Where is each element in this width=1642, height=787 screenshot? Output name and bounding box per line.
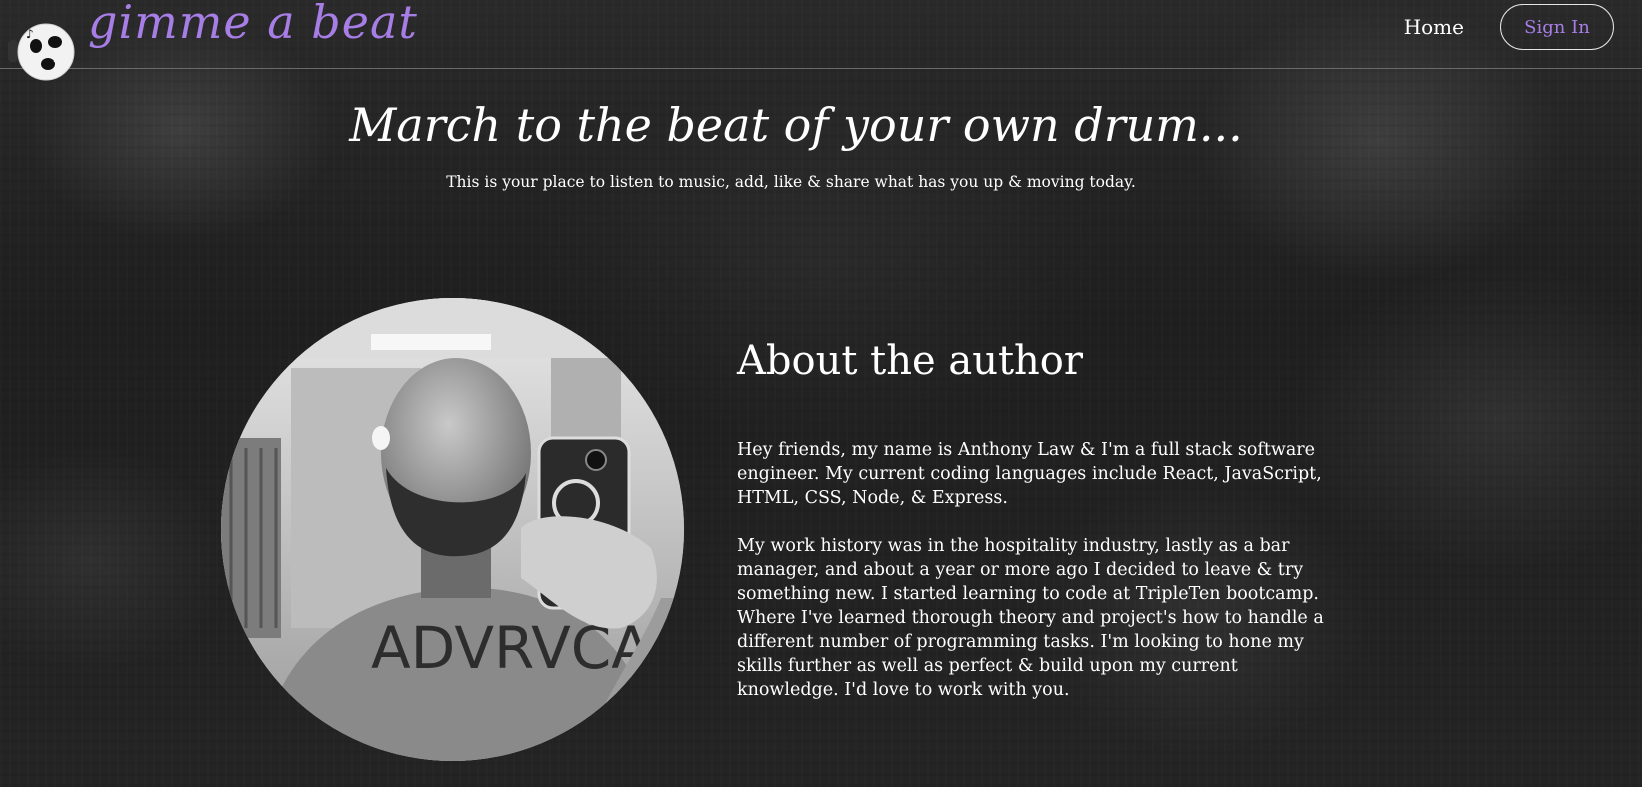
music-ball-headphones-icon: ♪ ♫ [8, 15, 75, 81]
svg-text:♪: ♪ [26, 27, 34, 41]
hero-subtitle: This is your place to listen to music, a… [446, 173, 1136, 191]
nav-home-link[interactable]: Home [1404, 15, 1464, 39]
brand-name: gimme a beat [88, 0, 418, 49]
about-paragraph-history: My work history was in the hospitality i… [737, 536, 1324, 700]
site-header: ♪ ♫ gimme a beat Home Sign In [0, 0, 1642, 81]
hero-title: March to the beat of your own drum... [349, 98, 1243, 152]
author-portrait-illustration: ADVRVCA [221, 298, 684, 761]
about-paragraph-intro: Hey friends, my name is Anthony Law & I'… [737, 440, 1322, 508]
about-title: About the author [737, 338, 1083, 384]
author-photo: ADVRVCA [221, 298, 684, 761]
brand-logo-link[interactable]: ♪ ♫ gimme a beat [2, 0, 418, 84]
svg-text:♫: ♫ [52, 54, 61, 65]
sign-in-button[interactable]: Sign In [1500, 4, 1614, 50]
about-text: Hey friends, my name is Anthony Law & I'… [737, 438, 1337, 726]
main-nav: Home Sign In [1404, 4, 1614, 50]
